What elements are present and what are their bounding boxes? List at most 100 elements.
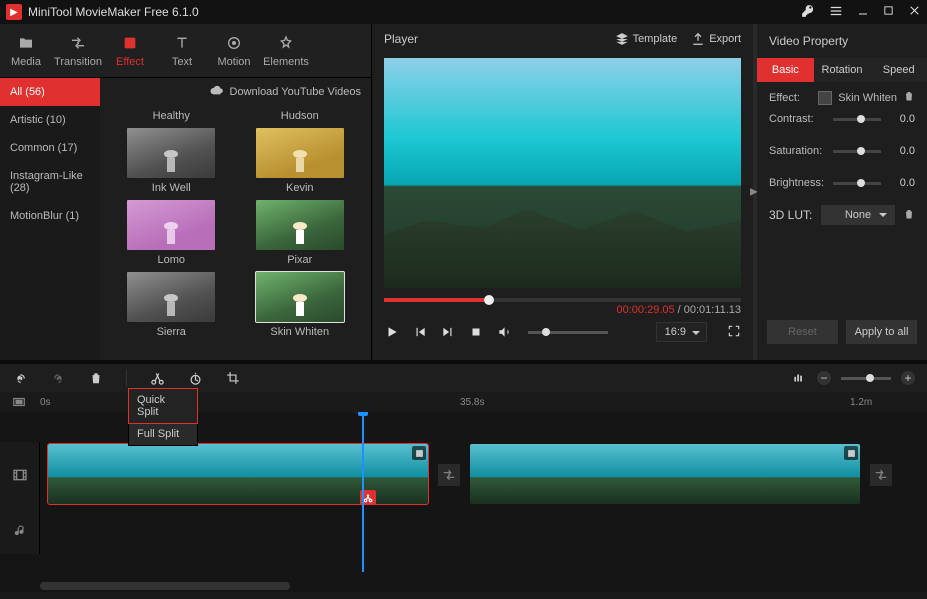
panel-divider[interactable]: ▶ [753,24,757,360]
playhead[interactable] [362,412,364,572]
lut-label: 3D LUT: [769,208,813,222]
tab-transition[interactable]: Transition [52,24,104,77]
player-panel: Player Template Export 00:00:29.05 / 00:… [372,24,753,360]
seek-bar[interactable] [384,298,741,302]
category-common[interactable]: Common (17) [0,134,100,162]
effect-label: Lomo [157,254,185,266]
template-button[interactable]: Template [615,32,678,46]
brightness-value: 0.0 [889,177,915,189]
elements-icon [277,34,295,52]
play-button[interactable] [384,324,400,340]
contrast-label: Contrast: [769,113,825,125]
video-preview[interactable] [384,58,741,288]
transition-slot[interactable] [870,464,892,486]
minimize-icon[interactable] [857,5,869,20]
effect-swatch [818,91,832,105]
category-all[interactable]: All (56) [0,78,100,106]
props-title: Video Property [757,24,927,58]
effect-thumb-sierra[interactable] [127,272,215,322]
category-motionblur[interactable]: MotionBlur (1) [0,202,100,230]
saturation-label: Saturation: [769,145,825,157]
library-tabs: Media Transition Effect Text Motion [0,24,371,78]
tab-effect[interactable]: Effect [104,24,156,77]
video-track-head[interactable] [0,442,40,508]
ruler-tick: 0s [40,397,51,408]
category-instagram[interactable]: Instagram-Like (28) [0,162,100,202]
effect-thumb-pixar[interactable] [256,200,344,250]
tab-rotation[interactable]: Rotation [814,58,871,82]
delete-effect-button[interactable] [903,90,915,105]
effect-icon [121,34,139,52]
menu-icon[interactable] [829,4,843,21]
player-title: Player [384,32,601,46]
contrast-slider[interactable] [833,118,881,121]
contrast-value: 0.0 [889,113,915,125]
crop-button[interactable] [225,370,241,386]
effect-label: Hudson [281,110,319,122]
transition-slot[interactable] [438,464,460,486]
timeline-toolbar: Quick Split Full Split − + [0,364,927,392]
fullscreen-button[interactable] [727,324,741,341]
quick-split-item[interactable]: Quick Split [129,389,197,423]
timeline-scrollbar[interactable] [40,582,290,590]
aspect-ratio-select[interactable]: 16:9 [656,322,707,342]
tab-basic[interactable]: Basic [757,58,814,82]
volume-slider[interactable] [528,331,608,334]
maximize-icon[interactable] [883,5,894,19]
tab-text[interactable]: Text [156,24,208,77]
undo-button[interactable] [12,370,28,386]
tab-speed[interactable]: Speed [870,58,927,82]
export-icon [691,32,705,46]
effect-thumb-inkwell[interactable] [127,128,215,178]
clip-effect-badge [412,446,426,460]
effect-label: Ink Well [152,182,191,194]
prev-button[interactable] [412,324,428,340]
close-icon[interactable] [908,4,921,20]
video-property-panel: Video Property Basic Rotation Speed Effe… [757,24,927,360]
chevron-right-icon: ▶ [750,187,758,198]
brightness-slider[interactable] [833,182,881,185]
saturation-slider[interactable] [833,150,881,153]
lut-select[interactable]: None [821,205,895,225]
effect-label: Sierra [157,326,186,338]
next-button[interactable] [440,324,456,340]
split-dropdown: Quick Split Full Split [128,388,198,446]
audio-track [0,508,927,554]
speed-button[interactable] [187,370,203,386]
key-icon[interactable] [801,4,815,21]
effect-name: Skin Whiten [838,92,897,104]
video-clip-2[interactable] [470,444,860,504]
delete-lut-button[interactable] [903,208,915,223]
full-split-item[interactable]: Full Split [129,423,197,445]
download-youtube-link[interactable]: Download YouTube Videos [230,86,362,98]
current-time: 00:00:29.05 [617,304,675,316]
brightness-label: Brightness: [769,177,825,189]
transition-icon [69,34,87,52]
zoom-out-button[interactable]: − [817,371,831,385]
app-title: MiniTool MovieMaker Free 6.1.0 [28,5,801,19]
apply-all-button[interactable]: Apply to all [846,320,917,344]
volume-button[interactable] [496,324,512,340]
split-button[interactable] [149,370,165,386]
cloud-download-icon [210,85,224,99]
delete-button[interactable] [88,370,104,386]
category-artistic[interactable]: Artistic (10) [0,106,100,134]
saturation-value: 0.0 [889,145,915,157]
redo-button[interactable] [50,370,66,386]
effect-thumb-skinwhiten[interactable] [256,272,344,322]
zoom-in-button[interactable]: + [901,371,915,385]
reset-button[interactable]: Reset [767,320,838,344]
stop-button[interactable] [468,324,484,340]
effect-thumb-kevin[interactable] [256,128,344,178]
audio-tool[interactable] [791,370,807,386]
zoom-slider[interactable] [841,377,891,380]
audio-track-head[interactable] [0,508,40,554]
export-button[interactable]: Export [691,32,741,46]
effect-thumb-lomo[interactable] [127,200,215,250]
tab-motion[interactable]: Motion [208,24,260,77]
tab-media[interactable]: Media [0,24,52,77]
fit-icon[interactable] [12,395,26,412]
clip-effect-badge [844,446,858,460]
tab-elements[interactable]: Elements [260,24,312,77]
video-clip-1[interactable] [48,444,428,504]
